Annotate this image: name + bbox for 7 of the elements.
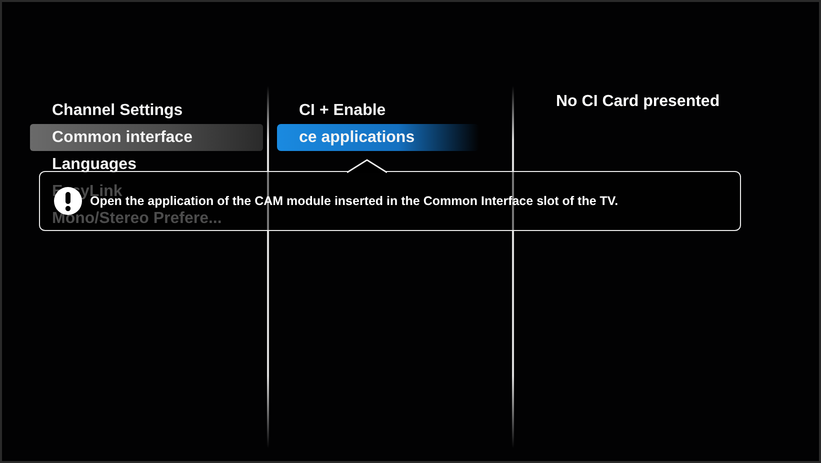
- menu-item[interactable]: Languages: [32, 151, 267, 178]
- submenu-item[interactable]: ce applications: [277, 124, 479, 151]
- submenu-item[interactable]: CI + Enable: [277, 97, 512, 124]
- menu-item[interactable]: Common interface: [30, 124, 263, 151]
- status-text: No CI Card presented: [556, 93, 721, 111]
- menu-item[interactable]: Channel Settings: [32, 97, 267, 124]
- tooltip-pointer: [347, 159, 387, 173]
